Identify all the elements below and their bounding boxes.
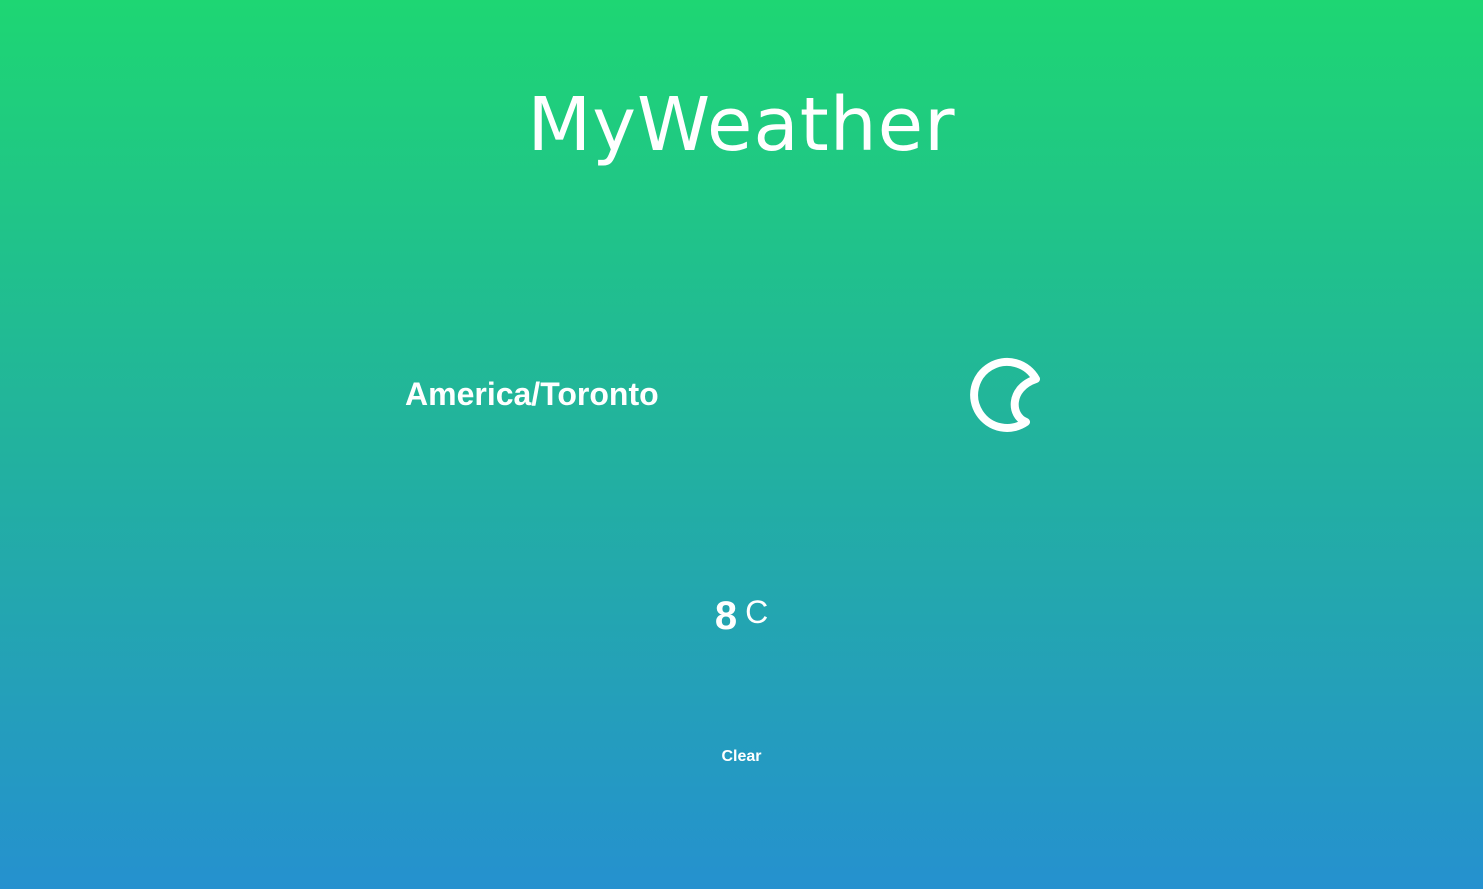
temperature-value: 8 bbox=[714, 594, 738, 638]
temperature-display: 8C bbox=[0, 596, 1483, 636]
moon-icon bbox=[970, 358, 1040, 432]
location-timezone: America/Toronto bbox=[405, 376, 659, 412]
app-title: MyWeather bbox=[527, 82, 956, 168]
weather-description: Clear bbox=[721, 748, 762, 765]
temperature-unit: C bbox=[745, 594, 769, 630]
